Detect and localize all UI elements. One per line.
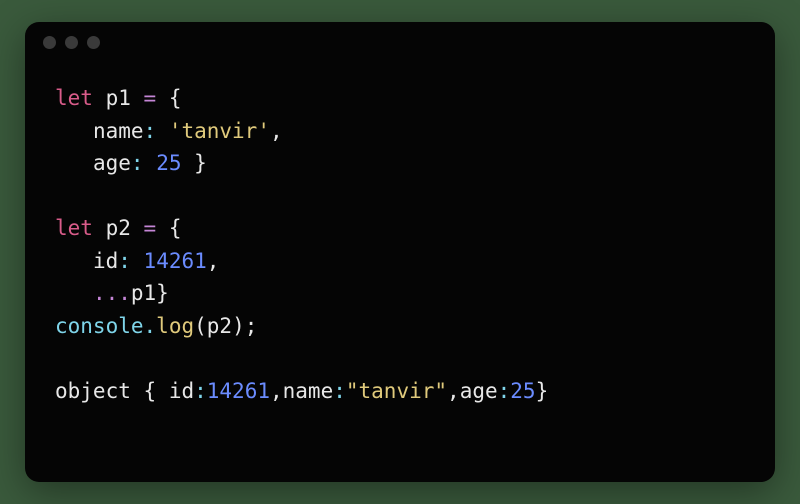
semicolon: ; [245,314,258,338]
window-titlebar [25,22,775,62]
spread-operator: ... [93,281,131,305]
output-str-tanvir: "tanvir" [346,379,447,403]
variable-p1: p1 [93,86,144,110]
output-num-25: 25 [510,379,535,403]
brace-close: } [536,379,549,403]
colon: : [194,379,207,403]
indent [55,249,93,273]
keyword-let: let [55,86,93,110]
paren-open: ( [194,314,207,338]
colon: : [131,151,144,175]
output-num-14261: 14261 [207,379,270,403]
output-object: object [55,379,144,403]
number-14261: 14261 [144,249,207,273]
keyword-let: let [55,216,93,240]
brace-close: } [156,281,169,305]
colon: : [498,379,511,403]
colon: : [118,249,131,273]
space [144,151,157,175]
string-tanvir: 'tanvir' [169,119,270,143]
number-25: 25 [156,151,181,175]
code-window: let p1 = { name: 'tanvir', age: 25 } let… [25,22,775,482]
space [131,249,144,273]
brace-open: { [169,86,182,110]
paren-close: ) [232,314,245,338]
comma: , [270,119,283,143]
output-prop-name: name [283,379,334,403]
method-log: log [156,314,194,338]
brace-open: { [144,379,169,403]
variable-p1: p1 [131,281,156,305]
close-icon[interactable] [43,36,56,49]
space [156,119,169,143]
indent [55,281,93,305]
operator-equals: = [144,86,157,110]
operator-equals: = [144,216,157,240]
output-prop-age: age [460,379,498,403]
space [156,216,169,240]
space [156,86,169,110]
brace-close: } [194,151,207,175]
output-prop-id: id [169,379,194,403]
minimize-icon[interactable] [65,36,78,49]
property-id: id [93,249,118,273]
code-content: let p1 = { name: 'tanvir', age: 25 } let… [25,62,775,482]
comma: , [270,379,283,403]
space [181,151,194,175]
variable-p2: p2 [93,216,144,240]
comma: , [207,249,220,273]
dot-accessor: . [144,314,157,338]
indent [55,151,93,175]
colon: : [144,119,157,143]
comma: , [447,379,460,403]
property-name: name [93,119,144,143]
brace-open: { [169,216,182,240]
property-age: age [93,151,131,175]
maximize-icon[interactable] [87,36,100,49]
argument-p2: p2 [207,314,232,338]
object-console: console [55,314,144,338]
colon: : [333,379,346,403]
indent [55,119,93,143]
